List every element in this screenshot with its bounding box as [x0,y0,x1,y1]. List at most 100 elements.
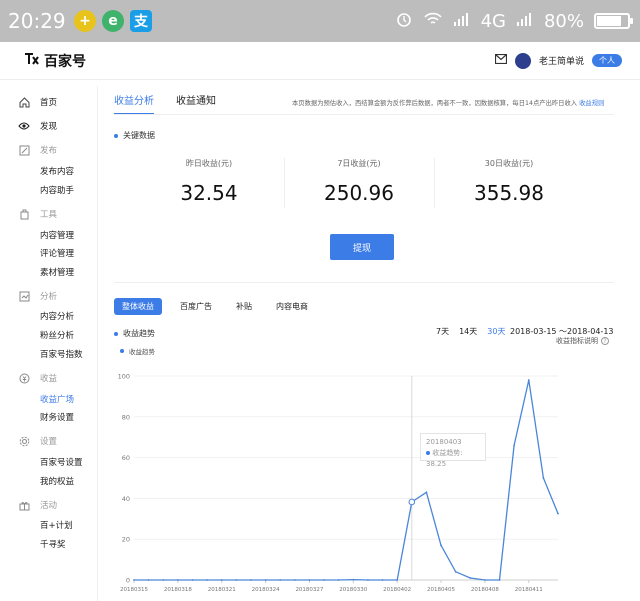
sidebar-item-3[interactable]: 发布内容 [0,162,98,180]
withdraw-button[interactable]: 提现 [330,234,394,260]
sidebar-item-1[interactable]: 发现 [0,117,98,135]
income-metric-help[interactable]: 收益指标说明? [556,336,609,346]
subtab-overall[interactable]: 整体收益 [114,298,162,315]
sidebar-item-13: 收益 [0,369,98,387]
series-line-income-trend [134,379,559,581]
sidebar-item-11[interactable]: 粉丝分析 [0,326,98,344]
sidebar-item-20[interactable]: 百+计划 [0,516,98,534]
subtab-subsidy[interactable]: 补贴 [230,298,258,315]
status-bar: 20:29 + e 支 4G 80% [0,0,640,42]
battery-icon [594,13,633,29]
sidebar-item-label: 千寻奖 [40,540,66,550]
subtab-baidu-ads[interactable]: 百度广告 [174,298,218,315]
notice-text: 本页数据为预估收入，西结算金额为反作弊后数据，两者不一致，因数据核算，每日14点… [292,100,578,107]
battery-percent: 80% [543,10,584,32]
sidebar-item-label: 内容分析 [40,312,75,322]
x-tick-label: 20180318 [164,587,192,593]
sidebar-item-4[interactable]: 内容助手 [0,181,98,199]
y-tick-label: 0 [126,577,130,585]
x-tick-label: 20180402 [383,587,411,593]
sidebar-item-7[interactable]: 评论管理 [0,244,98,262]
sidebar-item-19: 活动 [0,496,98,514]
app-header: 百家号 老王简单说 个人 [0,42,640,80]
chart-legend[interactable]: 收益趋势 [120,346,155,356]
data-point [483,579,486,581]
data-point [454,570,457,573]
signal-icon-2 [516,11,534,32]
sidebar: 首页 发现 发布 发布内容 内容助手 工具 内容管理 评论管理 素材管理 分析 内容分析 粉丝分析 百家… [0,86,98,601]
y-tick-label: 100 [118,373,130,381]
data-point [557,512,559,515]
status-time: 20:29 [8,9,66,33]
sidebar-item-8[interactable]: 素材管理 [0,263,98,281]
mail-icon[interactable] [494,53,508,67]
sidebar-item-10[interactable]: 内容分析 [0,307,98,325]
sidebar-item-15[interactable]: 财务设置 [0,408,98,426]
metric-label: 7日收益(元) [337,159,381,168]
app-alipay-icon: 支 [130,10,152,32]
key-data-label: 关键数据 [123,131,155,140]
divider [114,282,614,283]
sidebar-item-label: 百+计划 [40,521,73,531]
tab-bar: 收益分析 收益通知 [114,92,216,115]
income-trend-chart[interactable]: 0 20 40 60 80 100 20180315 20180318 20180321 2018… [100,358,640,601]
data-point [191,579,194,581]
sidebar-item-label: 发现 [40,122,58,132]
income-type-tabs: 整体收益 百度广告 补贴 内容电商 [114,298,314,315]
help-icon[interactable]: ? [601,337,609,345]
x-tick-label: 20180327 [295,587,323,593]
range-30d[interactable]: 30天 [487,326,505,337]
wifi-icon [423,11,443,32]
metric-label: 30日收益(元) [484,159,534,168]
income-rules-link[interactable]: 收益规则 [579,100,604,107]
sidebar-item-0[interactable]: 首页 [0,93,98,111]
metric-label: 昨日收益(元) [185,159,233,168]
legend-dot [120,349,124,353]
sidebar-item-18[interactable]: 我的权益 [0,472,98,490]
sidebar-item-21[interactable]: 千寻奖 [0,535,98,553]
data-point [396,579,399,581]
sidebar-item-label: 发布内容 [40,167,75,177]
data-point [323,579,325,581]
tooltip-value: 38.25 [426,460,447,468]
tooltip-row: 收益趋势: 38.25 [426,449,463,468]
data-point [264,579,267,581]
sidebar-item-label: 评论管理 [40,249,75,259]
sidebar-item-label: 发布 [40,146,58,156]
sidebar-item-5: 工具 [0,205,98,223]
subtab-content-ecommerce[interactable]: 内容电商 [270,298,314,315]
home-icon [18,96,30,108]
tab-income-notice[interactable]: 收益通知 [176,92,216,115]
tools-icon [18,208,30,220]
y-tick-label: 60 [122,454,130,462]
sidebar-item-16: 设置 [0,432,98,450]
data-point [235,579,238,581]
sidebar-item-12[interactable]: 百家号指数 [0,345,98,363]
x-tick-label: 20180330 [339,587,367,593]
settings-icon [18,435,30,447]
range-7d[interactable]: 7天 [436,326,449,337]
metric-7day: 7日收益(元) 250.96 [284,158,434,205]
sidebar-item-6[interactable]: 内容管理 [0,226,98,244]
data-point [279,579,282,581]
alarm-icon [395,10,413,33]
metric-value: 32.54 [180,181,238,205]
sidebar-item-label: 百家号设置 [40,458,83,468]
income-icon [18,372,30,384]
sidebar-item-label: 首页 [40,98,58,108]
sidebar-item-17[interactable]: 百家号设置 [0,453,98,471]
logo[interactable]: 百家号 [24,51,86,71]
user-name[interactable]: 老王简单说 [539,54,584,67]
data-point [293,579,296,581]
tab-income-analysis[interactable]: 收益分析 [114,92,154,115]
avatar[interactable] [514,52,531,69]
sidebar-item-label: 粉丝分析 [40,331,75,341]
key-data-title: 关键数据 [114,130,155,141]
sidebar-item-14[interactable]: 收益广场 [0,390,98,408]
data-point [133,579,135,581]
data-point [308,579,311,581]
range-14d[interactable]: 14天 [459,326,477,337]
data-point [206,579,209,581]
battery-level [597,16,621,26]
range-selector: 7天 14天 30天 [436,326,505,337]
